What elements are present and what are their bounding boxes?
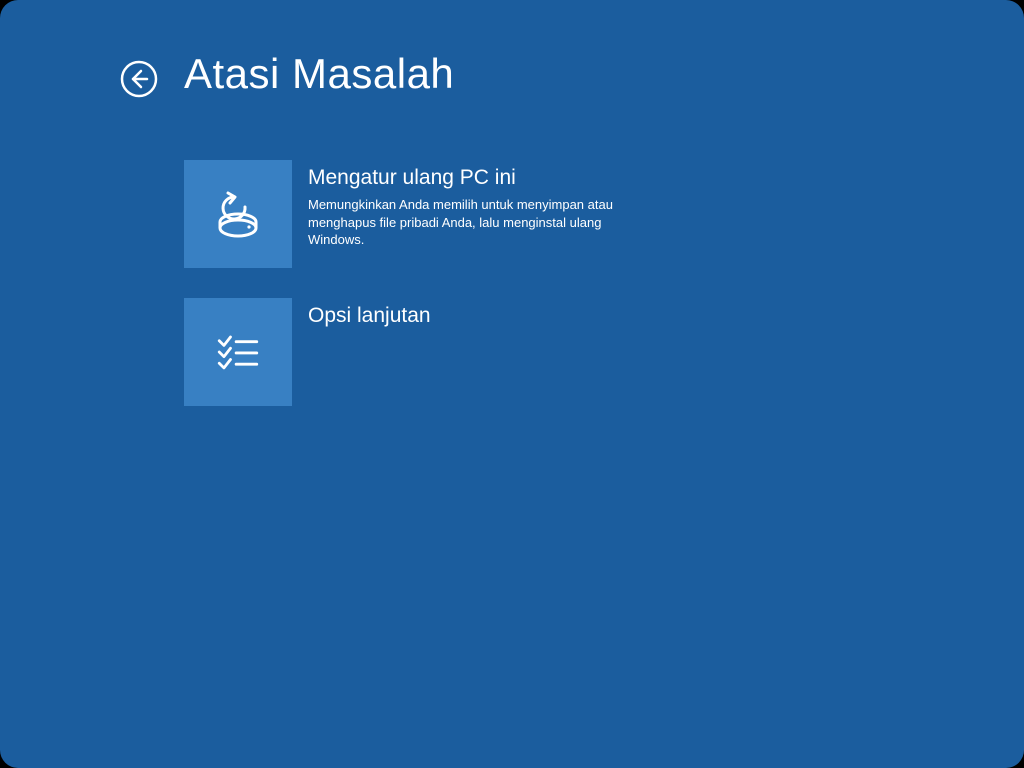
option-title: Opsi lanjutan: [308, 304, 431, 328]
troubleshoot-screen: Atasi Masalah Mengatur ulang PC ini Memu…: [0, 0, 1024, 768]
back-arrow-icon: [120, 60, 158, 98]
reset-pc-icon: [206, 182, 270, 246]
option-text: Mengatur ulang PC ini Memungkinkan Anda …: [292, 160, 628, 249]
option-tile: [184, 298, 292, 406]
option-description: Memungkinkan Anda memilih untuk menyimpa…: [308, 196, 628, 249]
back-button[interactable]: [120, 60, 158, 98]
advanced-options-icon: [208, 322, 268, 382]
page-title: Atasi Masalah: [184, 50, 454, 98]
option-title: Mengatur ulang PC ini: [308, 166, 628, 190]
option-advanced[interactable]: Opsi lanjutan: [184, 298, 664, 406]
option-reset-pc[interactable]: Mengatur ulang PC ini Memungkinkan Anda …: [184, 160, 664, 268]
option-tile: [184, 160, 292, 268]
options-list: Mengatur ulang PC ini Memungkinkan Anda …: [184, 160, 664, 436]
option-text: Opsi lanjutan: [292, 298, 431, 334]
